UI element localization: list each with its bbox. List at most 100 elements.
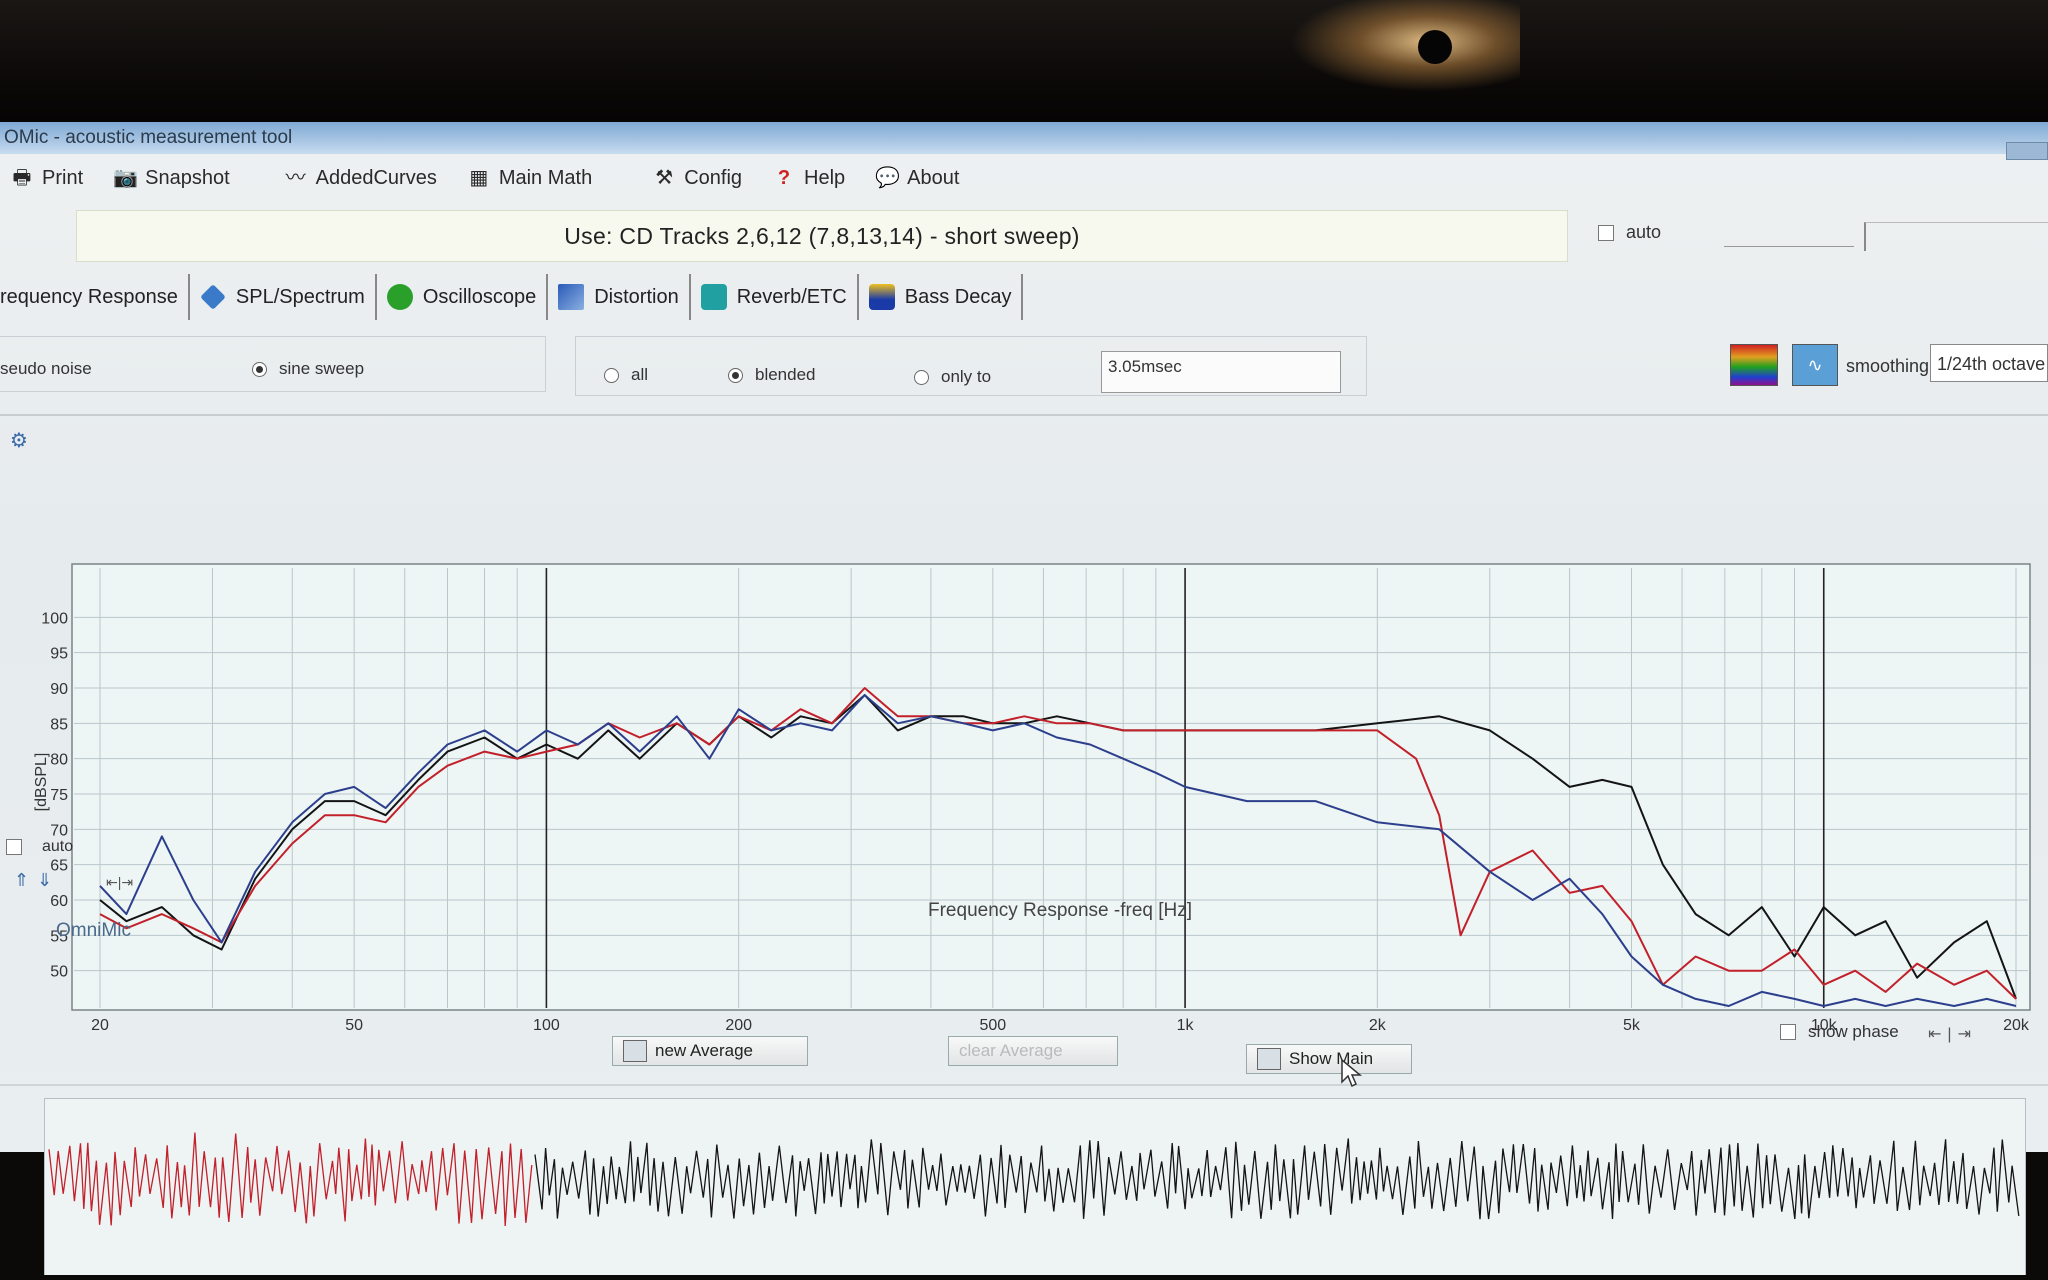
new-average-button[interactable]: new Average <box>612 1036 808 1066</box>
radio-button[interactable] <box>252 361 267 377</box>
tab-spl-spectrum[interactable]: SPL/Spectrum <box>190 274 377 320</box>
tab-oscilloscope[interactable]: Oscilloscope <box>377 274 549 320</box>
reverb-icon <box>700 284 727 310</box>
plot-area <box>71 563 2031 1011</box>
menu-main-math-label: Main Math <box>498 166 593 189</box>
title-bar: OMic - acoustic measurement tool <box>0 122 2048 154</box>
clear-average-button[interactable]: clear Average <box>948 1036 1118 1066</box>
bezel-logo <box>10 18 160 60</box>
speech-bubble-icon: 💬 <box>875 167 901 189</box>
y-tick-label: 60 <box>50 893 68 910</box>
y-tick-label: 85 <box>50 716 68 733</box>
auto-label: auto <box>1626 222 1662 242</box>
tab-distortion[interactable]: Distortion <box>548 274 691 320</box>
menu-help-label: Help <box>804 166 846 189</box>
menu-about[interactable]: 💬 About <box>875 167 959 190</box>
checkbox[interactable] <box>6 839 22 855</box>
x-axis-label: Frequency Response -freq [Hz] <box>928 900 1193 921</box>
tab-frequency-response[interactable]: requency Response <box>0 274 190 320</box>
y-tick-label: 100 <box>41 610 68 627</box>
window-time-input[interactable]: 3.05msec <box>1101 351 1341 393</box>
app-window: OMic - acoustic measurement tool 🖶 Print … <box>0 122 2048 1275</box>
new-average-label: new Average <box>655 1041 753 1060</box>
menu-config-label: Config <box>684 166 743 189</box>
average-icon <box>623 1040 647 1062</box>
radio-only-to[interactable]: only to <box>914 367 991 387</box>
smoothing-label: smoothing <box>1846 356 1930 376</box>
separator <box>0 414 2048 416</box>
checkbox[interactable] <box>1598 224 1614 241</box>
color-palette-icon[interactable] <box>1730 344 1778 386</box>
monitor-bezel <box>0 0 2048 126</box>
waveform-icon[interactable]: ∿ <box>1792 344 1838 386</box>
signal-type-group: seudo noise sine sweep <box>0 336 546 392</box>
tab-label: Reverb/ETC <box>736 285 847 308</box>
frequency-response-chart: 10095908580757065605550 20 50 100 200 500 1k 2… <box>33 563 2031 1034</box>
radio-blended[interactable]: blended <box>728 365 816 385</box>
auto-checkbox-top[interactable]: auto <box>1598 222 1661 243</box>
menu-snapshot[interactable]: 📷 Snapshot <box>113 167 230 190</box>
tab-label: SPL/Spectrum <box>235 285 365 308</box>
radio-pseudo-noise[interactable]: seudo noise <box>0 359 92 379</box>
y-tick-label: 80 <box>50 752 68 769</box>
radio-button[interactable] <box>728 367 743 383</box>
x-tick-label: 5k <box>1623 1017 1641 1034</box>
menu-bar: 🖶 Print 📷 Snapshot 〰 AddedCurves ▦ Main Math… <box>0 158 2048 198</box>
distortion-icon <box>558 284 585 310</box>
curves-icon: 〰 <box>285 167 306 189</box>
show-phase-checkbox[interactable]: show phase <box>1780 1022 1899 1042</box>
calculator-icon: ▦ <box>469 167 489 189</box>
omnimic-label: OmniMic <box>56 920 131 941</box>
scope-icon <box>386 284 413 310</box>
tab-label: Distortion <box>594 285 679 308</box>
x-tick-label: 200 <box>725 1017 752 1034</box>
menu-main-math[interactable]: ▦ Main Math <box>467 167 592 190</box>
menu-print-label: Print <box>42 166 84 189</box>
menu-help[interactable]: ? Help <box>772 167 845 190</box>
separator <box>0 1084 2048 1086</box>
tab-bass-decay[interactable]: Bass Decay <box>859 274 1024 320</box>
y-tick-label: 70 <box>50 822 68 839</box>
waveform-trace <box>534 1138 2020 1220</box>
horizontal-zoom-arrows-icon[interactable]: ⇤|⇥ <box>106 874 133 891</box>
window-options-group: all blended only to 3.05msec <box>575 336 1367 396</box>
top-field-2[interactable] <box>1864 222 2048 251</box>
x-tick-label: 20k <box>2003 1017 2030 1034</box>
mouse-cursor-icon <box>1341 1058 1363 1088</box>
auto-checkbox-left[interactable]: auto <box>6 838 73 856</box>
y-tick-label: 95 <box>50 646 68 663</box>
measurement-tabs: requency Response SPL/Spectrum Oscillosc… <box>0 274 1024 320</box>
radio-all[interactable]: all <box>604 365 648 385</box>
waveform-trace <box>48 1132 533 1227</box>
x-tick-labels: 20 50 100 200 500 1k 2k 5k 10k 20k <box>91 1017 2030 1034</box>
bezel-glare <box>1290 0 1520 92</box>
show-main-button[interactable]: Show Main <box>1246 1044 1412 1074</box>
radio-sine-sweep[interactable]: sine sweep <box>252 359 364 379</box>
tab-label: Bass Decay <box>904 285 1012 308</box>
sine-sweep-label: sine sweep <box>279 359 365 378</box>
menu-addedcurves[interactable]: 〰 AddedCurves <box>284 167 437 190</box>
checkbox[interactable] <box>1780 1024 1796 1040</box>
menu-addedcurves-label: AddedCurves <box>315 166 437 189</box>
clear-average-label: clear Average <box>959 1041 1063 1060</box>
x-tick-label: 100 <box>533 1017 560 1034</box>
vertical-zoom-arrows-icon[interactable]: ⇑⇓ <box>14 870 60 891</box>
x-tick-label: 2k <box>1369 1017 1387 1034</box>
tab-reverb-etc[interactable]: Reverb/ETC <box>691 274 859 320</box>
menu-config[interactable]: ⚒ Config <box>652 167 742 190</box>
webcam-icon <box>1418 30 1452 64</box>
x-tick-label: 500 <box>979 1017 1006 1034</box>
horizontal-zoom-right-icon[interactable]: ⇤|⇥ <box>1928 1024 1977 1044</box>
y-axis-label: [dBSPL] <box>33 753 50 812</box>
x-tick-label: 20 <box>91 1017 109 1034</box>
smoothing-select[interactable]: 1/24th octave <box>1930 344 2048 382</box>
menu-snapshot-label: Snapshot <box>145 166 230 189</box>
waveform-display <box>48 1132 2020 1227</box>
radio-button[interactable] <box>604 367 619 383</box>
radio-button[interactable] <box>914 369 929 385</box>
menu-print[interactable]: 🖶 Print <box>10 166 84 190</box>
tag-icon <box>200 284 226 310</box>
show-main-icon <box>1257 1048 1281 1070</box>
top-field[interactable] <box>1724 218 1854 247</box>
bass-decay-icon <box>868 284 895 310</box>
